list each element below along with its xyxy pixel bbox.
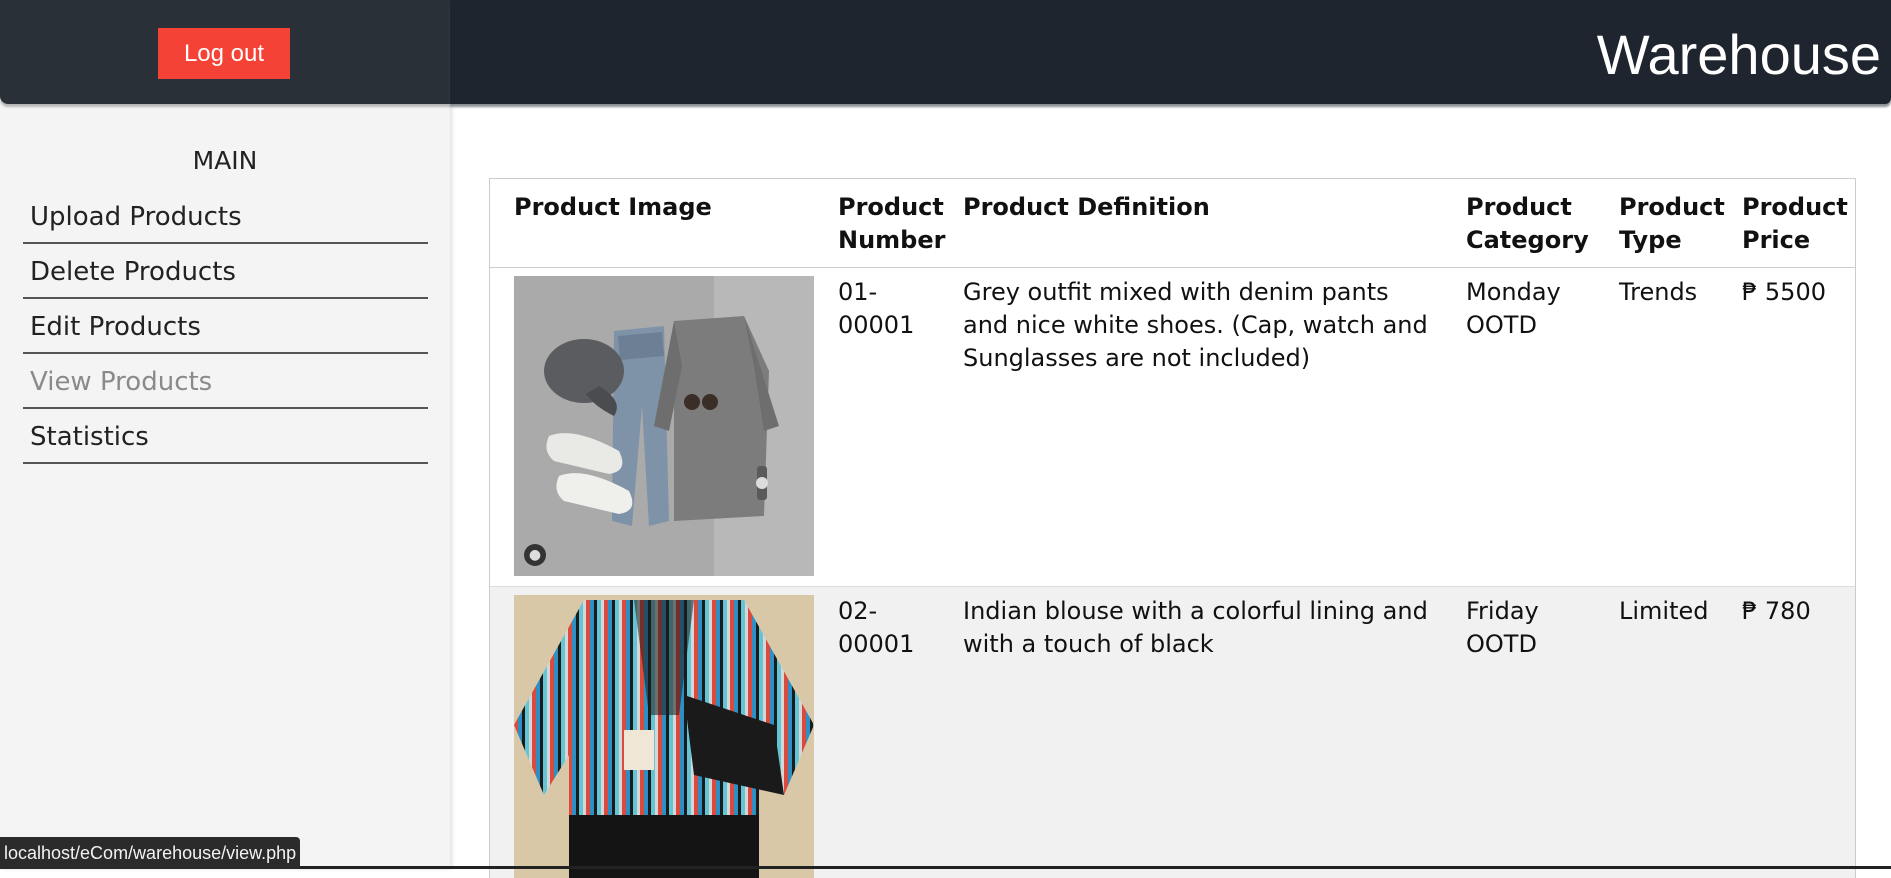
sidebar-item-view-products[interactable]: View Products (23, 356, 428, 409)
column-header-price: Product Price (1718, 179, 1856, 268)
sidebar-item-upload-products[interactable]: Upload Products (23, 191, 428, 244)
product-category-cell: Monday OOTD (1442, 268, 1595, 587)
column-header-category: Product Category (1442, 179, 1595, 268)
products-table: Product Image Product Number Product Def… (490, 179, 1856, 878)
indian-blouse-photo (514, 595, 814, 878)
product-image-indian-blouse (514, 595, 814, 878)
sidebar-item-statistics[interactable]: Statistics (23, 411, 428, 464)
sidebar: Log out MAIN Upload Products Delete Prod… (0, 0, 450, 869)
product-number-cell: 02-00001 (814, 587, 939, 878)
column-header-number: Product Number (814, 179, 939, 268)
product-definition-cell: Indian blouse with a colorful lining and… (939, 587, 1442, 878)
table-row: ● 01-00001 Grey outfit mixed with denim … (490, 268, 1856, 587)
logout-button[interactable]: Log out (158, 28, 290, 79)
product-image-cell: ● (490, 268, 814, 587)
product-image-cell (490, 587, 814, 878)
grey-outfit-photo (514, 276, 814, 576)
column-header-image: Product Image (490, 179, 814, 268)
column-header-type: Product Type (1595, 179, 1718, 268)
status-bar-url: localhost/eCom/warehouse/view.php (0, 837, 300, 869)
column-header-definition: Product Definition (939, 179, 1442, 268)
product-price-cell: ₱ 780 (1718, 587, 1856, 878)
table-row: 02-00001 Indian blouse with a colorful l… (490, 587, 1856, 878)
header-bar: Warehouse (450, 0, 1891, 104)
sidebar-heading: MAIN (0, 146, 450, 175)
user-icon[interactable]: ● (524, 544, 546, 566)
product-category-cell: Friday OOTD (1442, 587, 1595, 878)
product-type-cell: Trends (1595, 268, 1718, 587)
sidebar-menu: Upload Products Delete Products Edit Pro… (23, 191, 428, 466)
sidebar-item-delete-products[interactable]: Delete Products (23, 246, 428, 299)
brand-title: Warehouse (1597, 22, 1881, 87)
table-header-row: Product Image Product Number Product Def… (490, 179, 1856, 268)
product-definition-cell: Grey outfit mixed with denim pants and n… (939, 268, 1442, 587)
product-number-cell: 01-00001 (814, 268, 939, 587)
product-price-cell: ₱ 5500 (1718, 268, 1856, 587)
sidebar-top-bar: Log out (0, 0, 450, 104)
product-type-cell: Limited (1595, 587, 1718, 878)
products-table-container: Product Image Product Number Product Def… (489, 178, 1856, 878)
product-image-grey-outfit: ● (514, 276, 814, 576)
sidebar-item-edit-products[interactable]: Edit Products (23, 301, 428, 354)
